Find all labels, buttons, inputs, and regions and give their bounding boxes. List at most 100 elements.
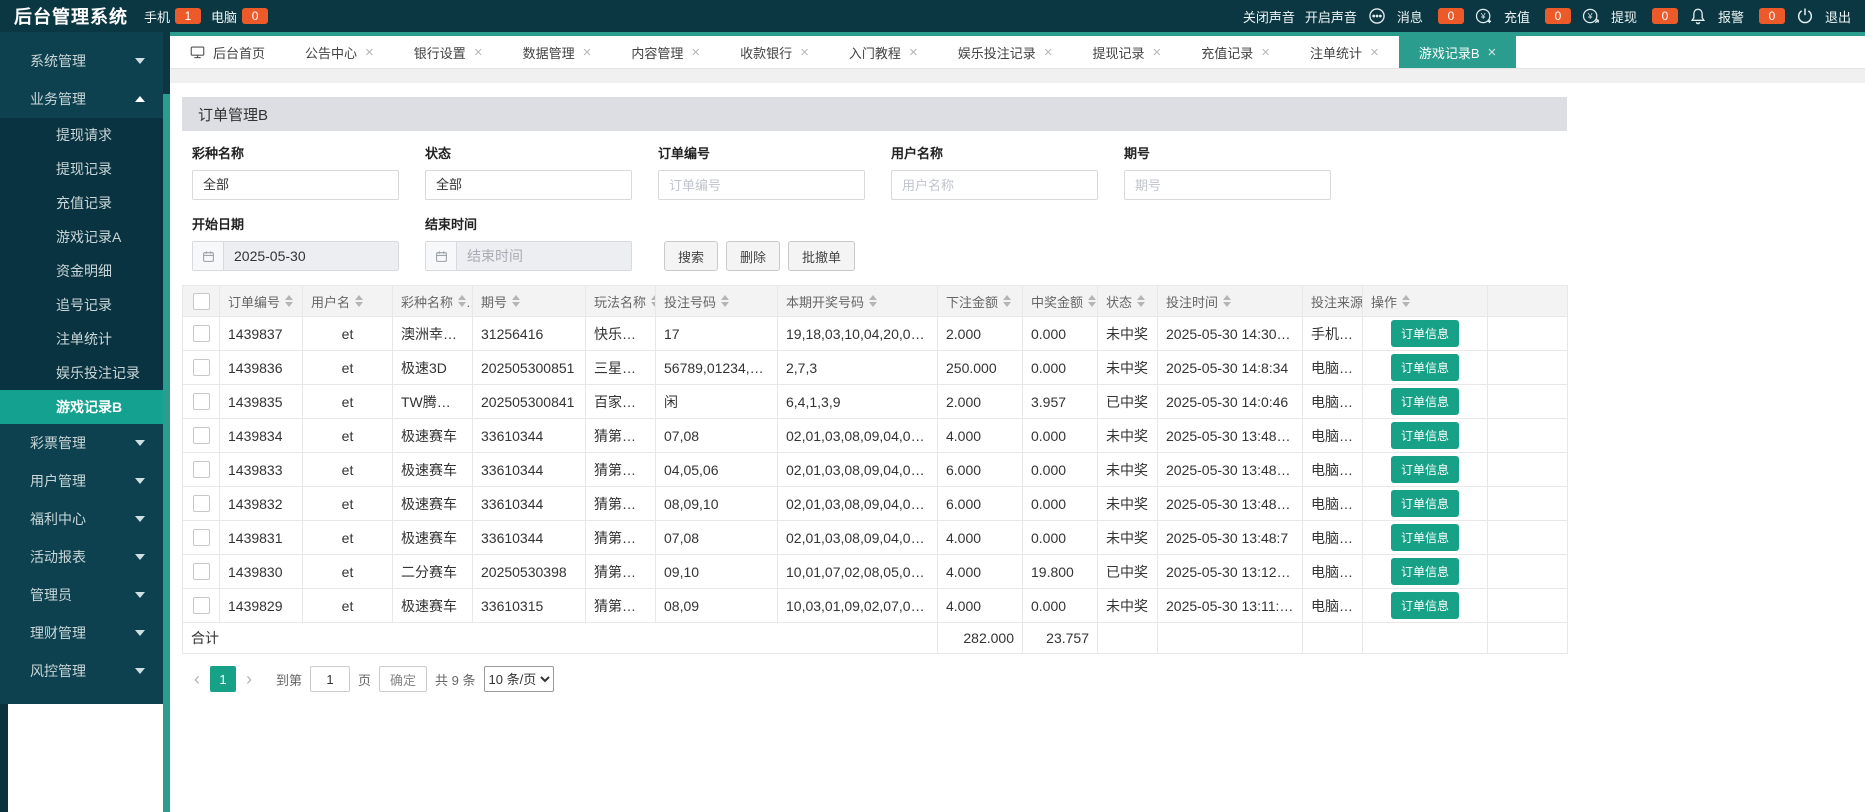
sort-icon[interactable] <box>721 295 729 307</box>
tab[interactable]: 内容管理 × <box>611 36 720 68</box>
close-icon[interactable]: × <box>691 45 700 60</box>
order-info-button[interactable]: 订单信息 <box>1391 456 1459 483</box>
page-1-button[interactable]: 1 <box>210 666 236 692</box>
confirm-button[interactable]: 确定 <box>379 666 427 692</box>
sidebar-item[interactable]: 充值记录 <box>0 186 163 220</box>
column-header[interactable]: 状态 <box>1098 286 1158 317</box>
close-icon[interactable]: × <box>365 45 374 60</box>
column-header[interactable]: 期号 <box>473 286 586 317</box>
sidebar-item[interactable]: 注单统计 <box>0 322 163 356</box>
sort-icon[interactable] <box>1402 295 1410 307</box>
sort-icon[interactable] <box>285 295 293 307</box>
unmute-sound-button[interactable]: 开启声音 <box>1305 7 1357 26</box>
row-checkbox[interactable] <box>193 529 210 546</box>
column-header[interactable]: 彩种名称 <box>393 286 473 317</box>
order-info-button[interactable]: 订单信息 <box>1391 524 1459 551</box>
row-checkbox[interactable] <box>193 427 210 444</box>
row-checkbox[interactable] <box>193 325 210 342</box>
order-info-button[interactable]: 订单信息 <box>1391 558 1459 585</box>
end-time-input[interactable]: 结束时间 <box>425 241 632 271</box>
sort-icon[interactable] <box>512 295 520 307</box>
search-button[interactable]: 搜索 <box>664 241 718 271</box>
column-header[interactable]: 投注号码 <box>656 286 778 317</box>
order-info-button[interactable]: 订单信息 <box>1391 422 1459 449</box>
column-header[interactable]: 投注来源 <box>1303 286 1363 317</box>
tab[interactable]: 后台首页 × <box>170 36 285 68</box>
sort-icon[interactable] <box>1088 295 1096 307</box>
tab[interactable]: 充值记录 × <box>1181 36 1290 68</box>
close-icon[interactable]: × <box>1261 45 1270 60</box>
column-header[interactable]: 下注金额 <box>938 286 1023 317</box>
row-checkbox[interactable] <box>193 495 210 512</box>
column-header[interactable]: 中奖金额 <box>1023 286 1098 317</box>
batch-cancel-button[interactable]: 批撤单 <box>788 241 855 271</box>
tab[interactable]: 入门教程 × <box>829 36 938 68</box>
jump-page-input[interactable] <box>310 666 350 692</box>
row-checkbox[interactable] <box>193 393 210 410</box>
start-date-input[interactable]: 2025-05-30 <box>192 241 399 271</box>
page-size-select[interactable]: 10 条/页 <box>484 666 554 692</box>
sidebar-item[interactable]: 娱乐投注记录 <box>0 356 163 390</box>
sidebar-scrollbar[interactable] <box>163 32 170 812</box>
sort-icon[interactable] <box>1137 295 1145 307</box>
sidebar-item[interactable]: 提现请求 <box>0 118 163 152</box>
delete-button[interactable]: 删除 <box>726 241 780 271</box>
recharge-link[interactable]: 充值 <box>1504 7 1530 26</box>
sidebar-item[interactable]: 资金明细 <box>0 254 163 288</box>
sidebar-item[interactable]: 游戏记录A <box>0 220 163 254</box>
sidebar-item[interactable]: 理财管理 <box>0 614 163 652</box>
power-icon[interactable] <box>1795 6 1815 26</box>
sidebar-item[interactable]: 游戏记录B <box>0 390 163 424</box>
tab[interactable]: 收款银行 × <box>720 36 829 68</box>
status-select[interactable]: 全部 <box>425 170 632 200</box>
next-page-button[interactable]: › <box>244 670 254 688</box>
row-checkbox[interactable] <box>193 563 210 580</box>
withdraw-icon[interactable]: ¥ <box>1581 6 1601 26</box>
close-icon[interactable]: × <box>583 45 592 60</box>
tab[interactable]: 数据管理 × <box>503 36 612 68</box>
sidebar-item[interactable]: 彩票管理 <box>0 424 163 462</box>
bell-icon[interactable] <box>1688 6 1708 26</box>
order-info-button[interactable]: 订单信息 <box>1391 354 1459 381</box>
sort-icon[interactable] <box>355 295 363 307</box>
message-icon[interactable] <box>1367 6 1387 26</box>
row-checkbox[interactable] <box>193 359 210 376</box>
sort-icon[interactable] <box>651 295 655 307</box>
issue-input[interactable] <box>1124 170 1331 200</box>
tab[interactable]: 银行设置 × <box>394 36 503 68</box>
close-icon[interactable]: × <box>800 45 809 60</box>
username-input[interactable] <box>891 170 1098 200</box>
tab[interactable]: 提现记录 × <box>1072 36 1181 68</box>
close-icon[interactable]: × <box>1153 45 1162 60</box>
tab[interactable]: 娱乐投注记录 × <box>938 36 1073 68</box>
close-icon[interactable]: × <box>474 45 483 60</box>
column-header[interactable]: 投注时间 <box>1158 286 1303 317</box>
withdraw-link[interactable]: 提现 <box>1611 7 1637 26</box>
lottery-name-select[interactable]: 全部 <box>192 170 399 200</box>
sidebar-item[interactable]: 追号记录 <box>0 288 163 322</box>
tab[interactable]: 游戏记录B × <box>1399 36 1516 68</box>
sidebar-item[interactable]: 风控管理 <box>0 652 163 690</box>
sidebar-item[interactable]: 提现记录 <box>0 152 163 186</box>
column-header[interactable]: 用户名 <box>303 286 393 317</box>
sidebar-item[interactable]: 系统管理 <box>0 42 163 80</box>
logout-button[interactable]: 退出 <box>1825 7 1851 26</box>
column-header[interactable]: 本期开奖号码 <box>778 286 938 317</box>
prev-page-button[interactable]: ‹ <box>192 670 202 688</box>
order-info-button[interactable]: 订单信息 <box>1391 490 1459 517</box>
close-icon[interactable]: × <box>1044 45 1053 60</box>
order-info-button[interactable]: 订单信息 <box>1391 592 1459 619</box>
scrollbar-thumb[interactable] <box>163 94 170 812</box>
sidebar-item[interactable]: 活动报表 <box>0 538 163 576</box>
row-checkbox[interactable] <box>193 597 210 614</box>
column-header[interactable]: 操作 <box>1363 286 1488 317</box>
sidebar-item[interactable]: 福利中心 <box>0 500 163 538</box>
select-all-checkbox[interactable] <box>193 293 210 310</box>
sort-icon[interactable] <box>1223 295 1231 307</box>
sort-icon[interactable] <box>1003 295 1011 307</box>
close-icon[interactable]: × <box>1488 45 1497 60</box>
column-header[interactable]: 玩法名称 <box>586 286 656 317</box>
sidebar-item[interactable]: 管理员 <box>0 576 163 614</box>
tab[interactable]: 注单统计 × <box>1290 36 1399 68</box>
messages-link[interactable]: 消息 <box>1397 7 1423 26</box>
